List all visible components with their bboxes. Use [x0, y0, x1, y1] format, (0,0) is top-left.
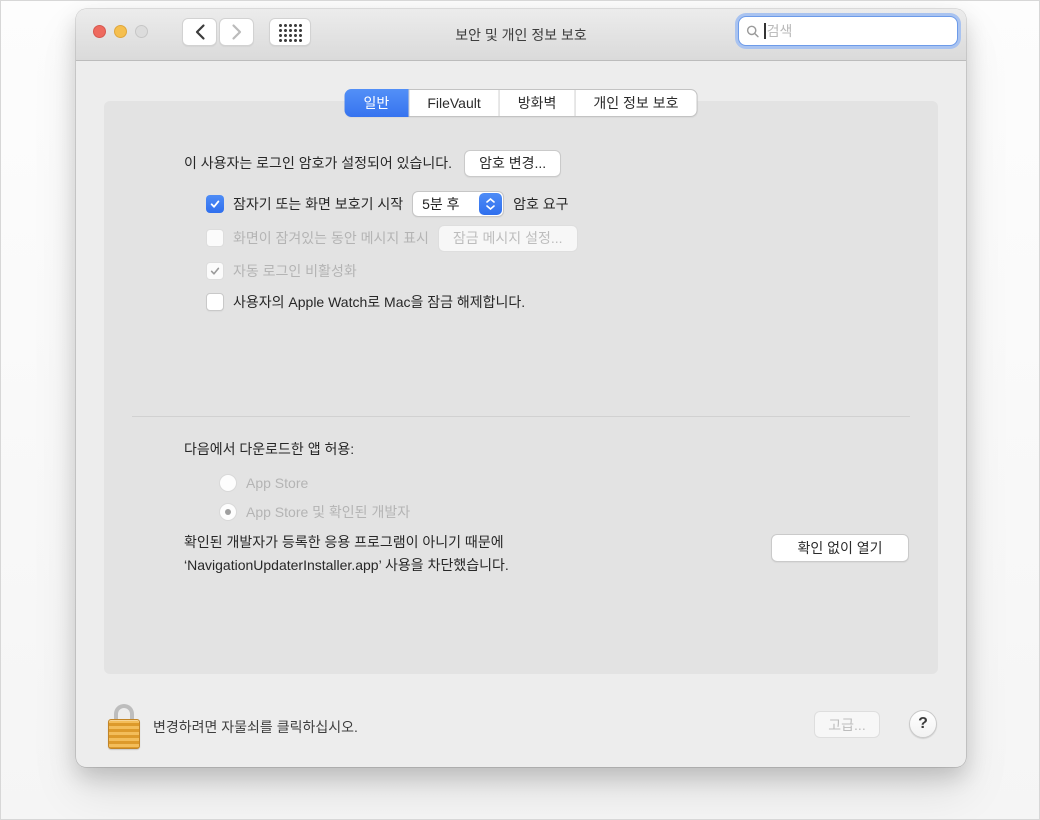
lock-message-label: 화면이 잠겨있는 동안 메시지 표시	[233, 228, 429, 248]
help-button[interactable]: ?	[909, 710, 937, 738]
radio-identified-developers-label: App Store 및 확인된 개발자	[246, 502, 410, 522]
apple-watch-label: 사용자의 Apple Watch로 Mac을 잠금 해제합니다.	[233, 292, 525, 312]
lock-icon[interactable]	[108, 704, 140, 749]
open-anyway-button[interactable]: 확인 없이 열기	[771, 534, 909, 562]
require-password-suffix: 암호 요구	[513, 194, 568, 214]
blocked-app-message-line1: 확인된 개발자가 등록한 응용 프로그램이 아니기 때문에	[184, 531, 509, 554]
apple-watch-row: 사용자의 Apple Watch로 Mac을 잠금 해제합니다.	[206, 289, 525, 315]
radio-app-store-label: App Store	[246, 475, 308, 491]
delay-value: 5분 후	[422, 194, 459, 214]
app-store-option-row: App Store	[219, 472, 308, 494]
titlebar: 보안 및 개인 정보 보호	[76, 9, 966, 61]
advanced-button: 고급...	[814, 711, 880, 738]
tab-privacy[interactable]: 개인 정보 보호	[574, 90, 696, 116]
security-privacy-window: 보안 및 개인 정보 보호 일반 FileVault 방화벽 개인 정보 보호 …	[76, 9, 966, 767]
radio-app-store	[219, 474, 237, 492]
checkmark-icon	[209, 265, 221, 277]
tab-filevault[interactable]: FileVault	[408, 90, 498, 116]
tab-bar: 일반 FileVault 방화벽 개인 정보 보호	[345, 89, 698, 117]
auto-login-row: 자동 로그인 비활성화	[206, 258, 357, 284]
apple-watch-checkbox[interactable]	[206, 293, 224, 311]
login-password-row: 이 사용자는 로그인 암호가 설정되어 있습니다. 암호 변경...	[184, 149, 561, 177]
blocked-app-message-line2: ‘NavigationUpdaterInstaller.app’ 사용을 차단했…	[184, 554, 509, 577]
delay-dropdown[interactable]: 5분 후	[412, 191, 504, 217]
require-password-row: 잠자기 또는 화면 보호기 시작 5분 후 암호 요구	[206, 191, 569, 217]
auto-login-checkbox	[206, 262, 224, 280]
search-field[interactable]	[738, 16, 958, 46]
blocked-app-message: 확인된 개발자가 등록한 응용 프로그램이 아니기 때문에 ‘Navigatio…	[184, 531, 509, 577]
search-icon	[746, 24, 760, 39]
auto-login-label: 자동 로그인 비활성화	[233, 261, 357, 281]
lock-hint-text: 변경하려면 자물쇠를 클릭하십시오.	[153, 704, 358, 749]
stepper-icon	[479, 193, 502, 215]
tab-general[interactable]: 일반	[345, 89, 409, 117]
identified-developers-option-row: App Store 및 확인된 개발자	[219, 501, 410, 523]
lock-body	[108, 719, 140, 749]
change-password-button[interactable]: 암호 변경...	[464, 150, 561, 177]
screen-background: 보안 및 개인 정보 보호 일반 FileVault 방화벽 개인 정보 보호 …	[0, 0, 1040, 820]
checkmark-icon	[209, 198, 221, 210]
lock-message-row: 화면이 잠겨있는 동안 메시지 표시 잠금 메시지 설정...	[206, 225, 578, 251]
general-panel: 이 사용자는 로그인 암호가 설정되어 있습니다. 암호 변경... 잠자기 또…	[104, 101, 938, 674]
require-password-checkbox[interactable]	[206, 195, 224, 213]
login-password-text: 이 사용자는 로그인 암호가 설정되어 있습니다.	[184, 153, 452, 173]
lock-message-checkbox	[206, 229, 224, 247]
section-divider	[132, 416, 910, 417]
search-input[interactable]	[766, 23, 957, 39]
downloads-heading: 다음에서 다운로드한 앱 허용:	[184, 439, 354, 459]
require-password-label: 잠자기 또는 화면 보호기 시작	[233, 194, 403, 214]
radio-identified-developers	[219, 503, 237, 521]
set-lock-message-button: 잠금 메시지 설정...	[438, 225, 578, 252]
tab-firewall[interactable]: 방화벽	[499, 90, 575, 116]
